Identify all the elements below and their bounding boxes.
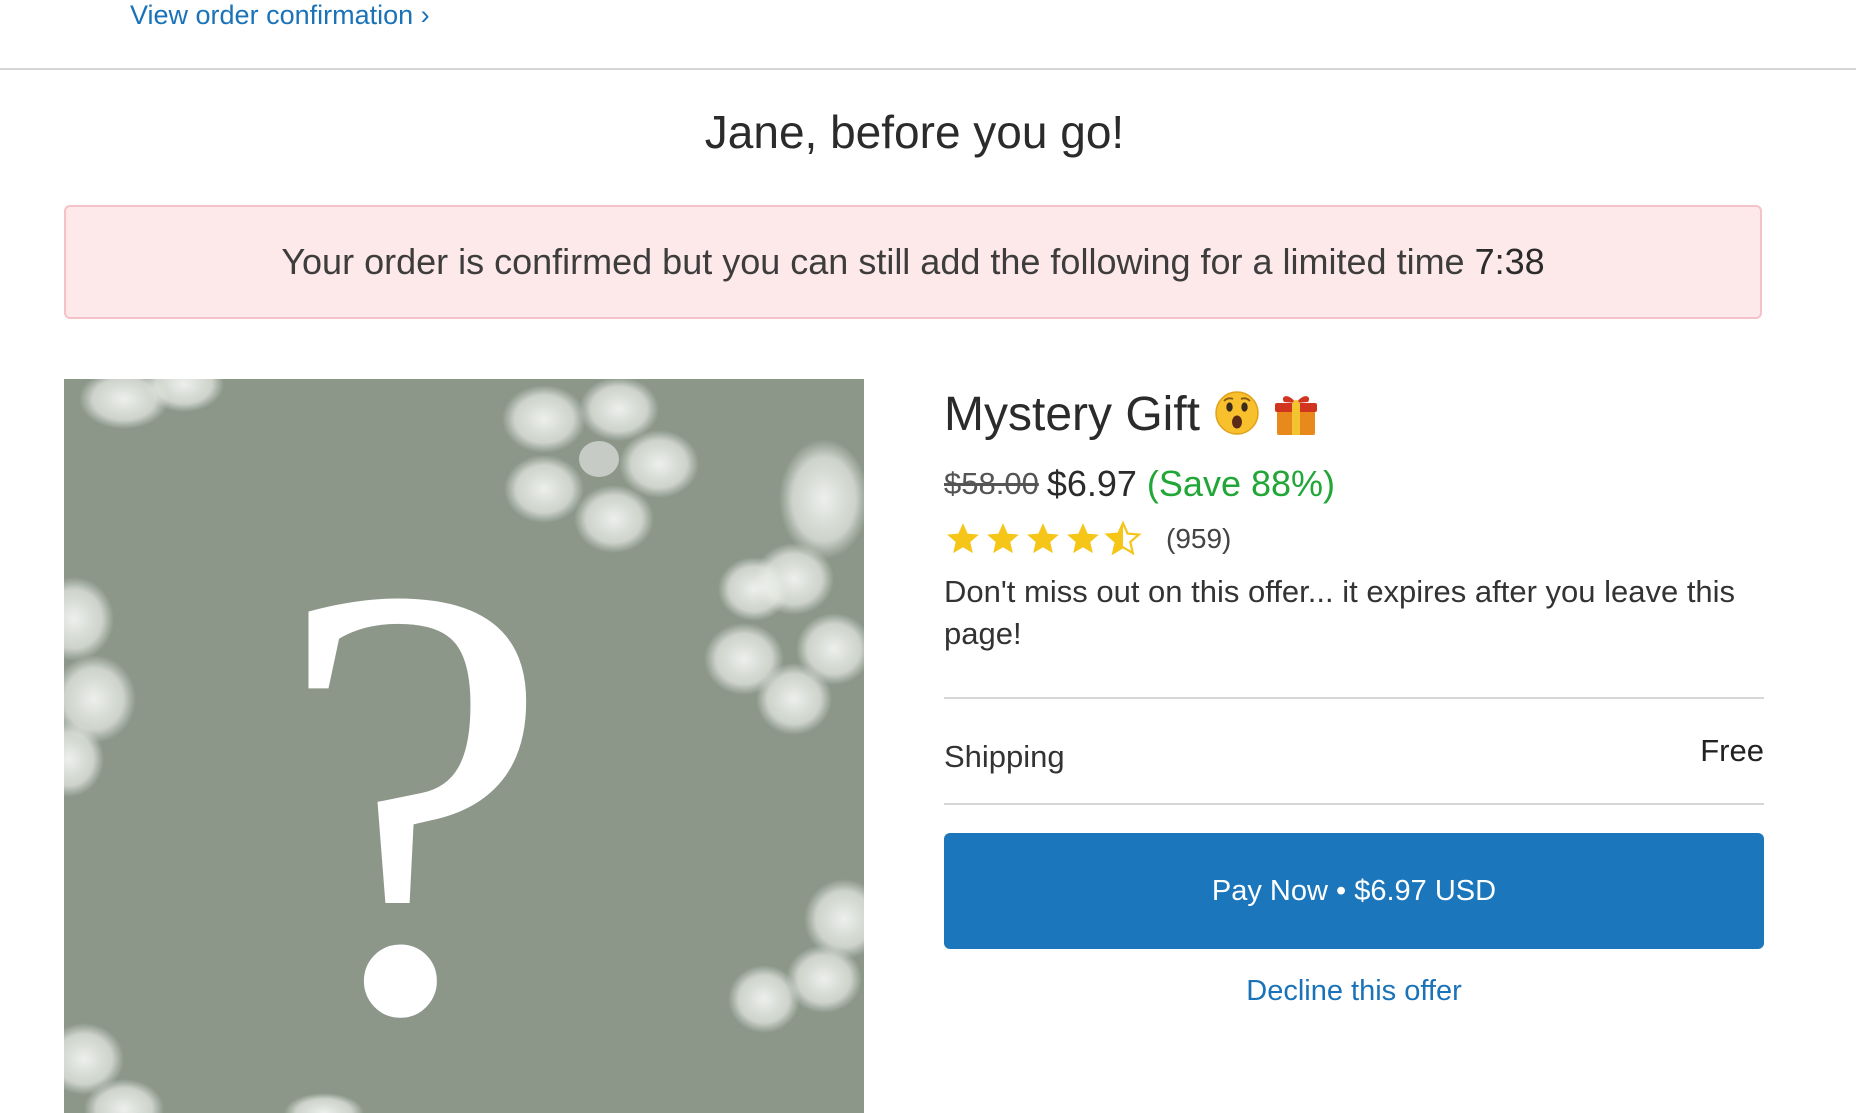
title-emojis <box>1214 390 1320 438</box>
offer-description: Don't miss out on this offer... it expir… <box>944 574 1736 651</box>
wrapped-gift-icon <box>1275 396 1318 435</box>
shipping-label: Shipping <box>944 739 1065 774</box>
mystery-gift-image: ? <box>64 379 864 1113</box>
pay-now-button[interactable]: Pay Now • $6.97 USD <box>944 833 1764 949</box>
product-details: Mystery Gift $58.00 $6.97 (Save 88%) (95… <box>944 379 1764 1008</box>
star-rating <box>944 520 1144 558</box>
star-icon-full <box>1067 523 1099 554</box>
shipping-row: Shipping Free <box>944 699 1764 803</box>
star-icon-full <box>1027 523 1059 554</box>
star-icon-full <box>987 523 1019 554</box>
limited-time-alert: Your order is confirmed but you can stil… <box>64 205 1762 319</box>
product-image: ? <box>64 379 864 1113</box>
page-headline: Jane, before you go! <box>704 106 1125 158</box>
countdown-timer: 7:38 <box>1474 241 1545 282</box>
decline-offer-link[interactable]: Decline this offer <box>944 975 1764 1008</box>
star-icon-half <box>1104 520 1142 556</box>
product-title: Mystery Gift <box>944 379 1764 449</box>
question-mark-symbol: ? <box>276 458 551 1113</box>
astonished-face-icon <box>1215 391 1259 435</box>
savings-label: (Save 88%) <box>1146 463 1336 504</box>
rating-row: (959) <box>944 515 1764 563</box>
original-price: $58.00 <box>944 466 1039 501</box>
view-order-confirmation-link[interactable]: View order confirmation › <box>130 0 430 30</box>
divider <box>944 803 1764 805</box>
top-bar: View order confirmation › <box>0 0 1856 70</box>
star-icon-full <box>947 523 979 554</box>
shipping-value: Free <box>1700 733 1764 768</box>
price-row: $58.00 $6.97 (Save 88%) <box>944 457 1764 511</box>
product-title-text: Mystery Gift <box>944 387 1201 441</box>
review-count[interactable]: (959) <box>1166 523 1231 555</box>
alert-message: Your order is confirmed but you can stil… <box>281 241 1465 282</box>
sale-price: $6.97 <box>1046 463 1137 504</box>
